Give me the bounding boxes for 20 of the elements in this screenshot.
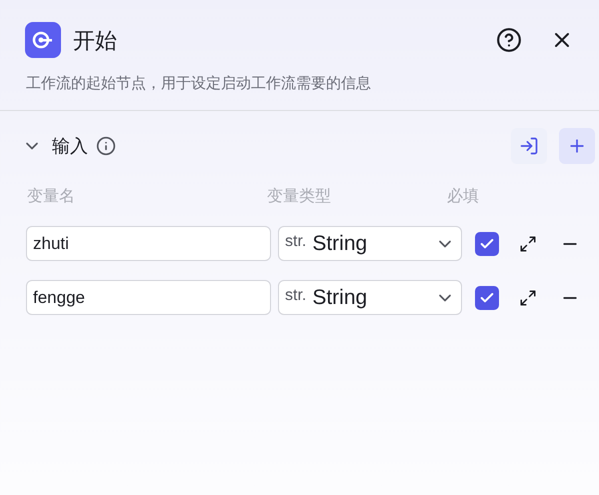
help-icon[interactable] — [496, 27, 522, 53]
app-logo-icon — [25, 22, 61, 58]
column-header: 必填 — [447, 186, 479, 207]
add-button[interactable] — [559, 128, 595, 164]
expand-icon[interactable] — [519, 234, 537, 252]
column-header: 变量名 — [27, 186, 76, 207]
import-button[interactable] — [511, 128, 547, 164]
panel-title: 开始 — [73, 26, 117, 54]
variable-type-select[interactable]: str. String — [278, 226, 462, 261]
panel-description: 工作流的起始节点，用于设定启动工作流需要的信息 — [25, 74, 372, 94]
variable-name-field[interactable]: fengge — [26, 280, 271, 315]
column-header: 变量类型 — [267, 186, 332, 207]
info-icon — [96, 136, 116, 156]
variable-type-select[interactable]: str. String — [278, 280, 462, 315]
variable-name-field[interactable]: zhuti — [26, 226, 271, 261]
required-checkbox[interactable] — [475, 232, 499, 256]
required-checkbox[interactable] — [475, 286, 499, 310]
import-icon — [519, 136, 539, 156]
expand-icon[interactable] — [519, 288, 537, 306]
section-title: 输入 — [52, 134, 88, 158]
